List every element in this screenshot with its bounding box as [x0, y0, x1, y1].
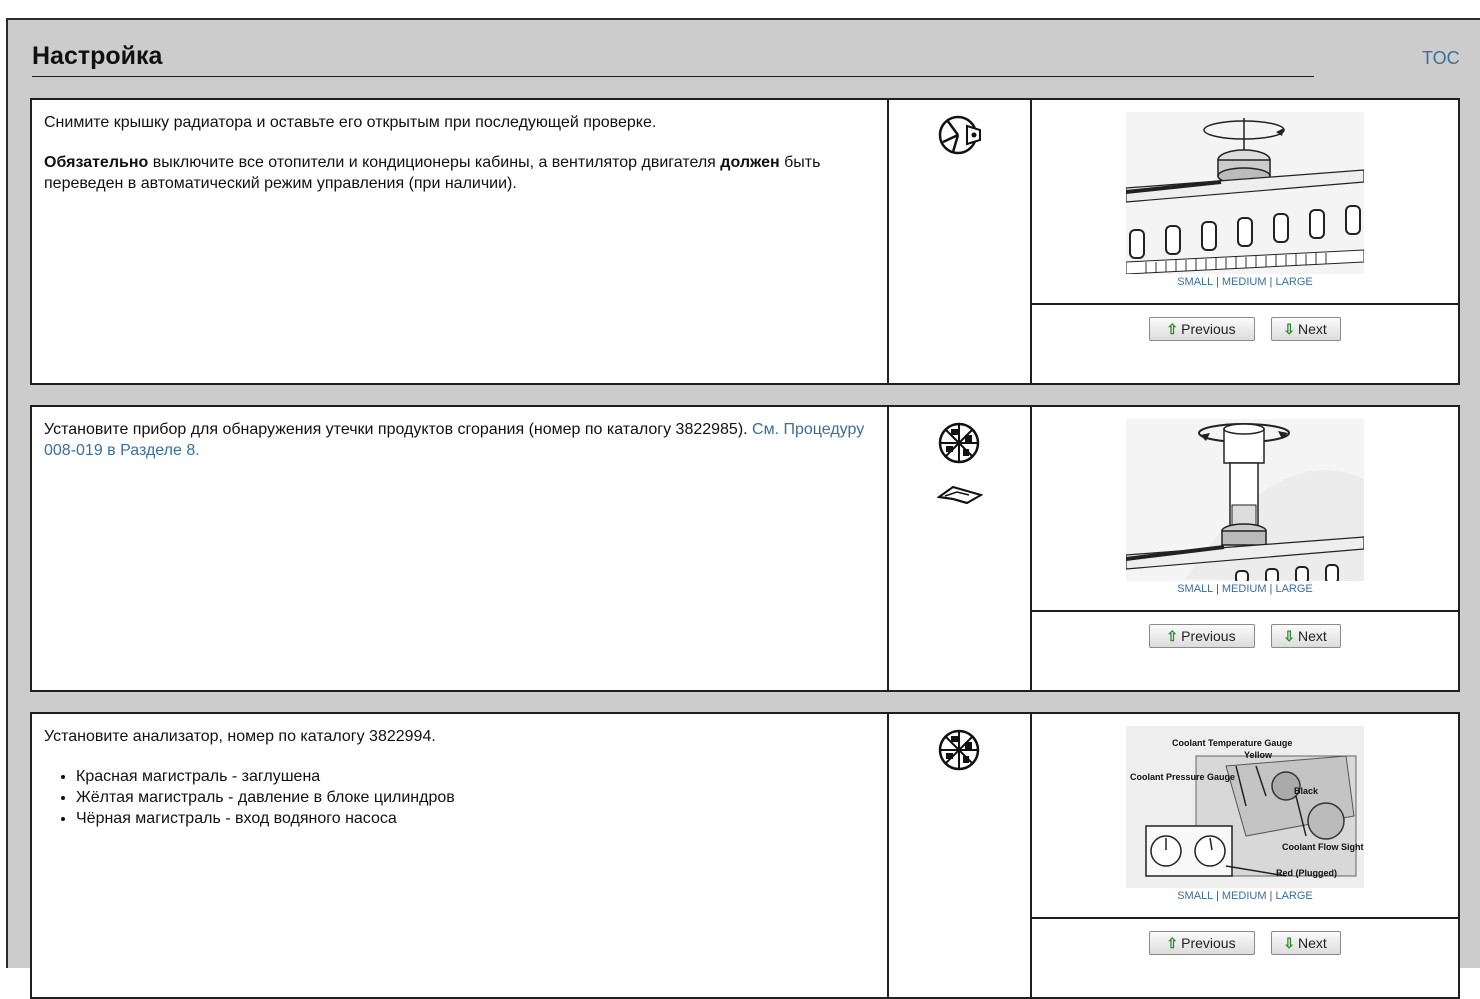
- toc-link[interactable]: TOC: [1422, 48, 1460, 69]
- procedure-step-2: Установите прибор для обнаружения утечки…: [30, 405, 1460, 692]
- procedure-step-1: Снимите крышку радиатора и оставьте его …: [30, 98, 1460, 385]
- size-small-link[interactable]: SMALL: [1177, 583, 1213, 595]
- instruction-text: Установите прибор для обнаружения утечки…: [44, 421, 753, 438]
- previous-button[interactable]: ⇧ Previous: [1149, 317, 1255, 341]
- arrow-down-icon: ⇩: [1283, 628, 1295, 644]
- measure-icon: [938, 729, 980, 771]
- arrow-up-icon: ⇧: [1166, 321, 1179, 337]
- step-instruction: Снимите крышку радиатора и оставьте его …: [44, 114, 657, 131]
- measure-icon: [938, 422, 980, 464]
- next-button[interactable]: ⇩ Next: [1271, 624, 1341, 648]
- size-separator: |: [1212, 583, 1222, 595]
- next-label: Next: [1297, 321, 1327, 337]
- figure-navigation: ⇧ Previous ⇩ Next: [1032, 612, 1458, 692]
- figure-area: Coolant Temperature Gauge Yellow Coolant…: [1032, 714, 1458, 919]
- size-large-link[interactable]: LARGE: [1275, 583, 1312, 595]
- size-separator: |: [1212, 276, 1222, 288]
- figure-area: SMALL | MEDIUM | LARGE: [1032, 100, 1458, 305]
- figure-navigation: ⇧ Previous ⇩ Next: [1032, 919, 1458, 999]
- image-size-links: SMALL | MEDIUM | LARGE: [1032, 583, 1458, 595]
- step-text: Установите анализатор, номер по каталогу…: [32, 714, 889, 997]
- coolant-pressure-label: Coolant Pressure Gauge: [1130, 772, 1235, 782]
- figure-panel: SMALL | MEDIUM | LARGE ⇧ Previous ⇩ Next: [1032, 100, 1458, 383]
- image-size-links: SMALL | MEDIUM | LARGE: [1032, 276, 1458, 288]
- figure-navigation: ⇧ Previous ⇩ Next: [1032, 305, 1458, 385]
- leak-detector-illustration[interactable]: [1126, 419, 1364, 581]
- wrench-open-icon: [938, 115, 981, 155]
- step-instruction: Установите анализатор, номер по каталогу…: [44, 728, 436, 745]
- arrow-down-icon: ⇩: [1283, 935, 1295, 951]
- step-icons: [889, 714, 1032, 997]
- image-size-links: SMALL | MEDIUM | LARGE: [1032, 890, 1458, 902]
- arrow-down-icon: ⇩: [1283, 321, 1295, 337]
- figure-area: SMALL | MEDIUM | LARGE: [1032, 407, 1458, 612]
- list-item: Чёрная магистраль - вход водяного насоса: [76, 808, 875, 829]
- size-medium-link[interactable]: MEDIUM: [1222, 890, 1267, 902]
- emphasis-text: должен: [720, 154, 780, 171]
- size-small-link[interactable]: SMALL: [1177, 276, 1213, 288]
- coolant-temperature-label: Coolant Temperature Gauge: [1172, 738, 1292, 748]
- yellow-label: Yellow: [1244, 750, 1273, 760]
- figure-panel: Coolant Temperature Gauge Yellow Coolant…: [1032, 714, 1458, 997]
- figure-panel: SMALL | MEDIUM | LARGE ⇧ Previous ⇩ Next: [1032, 407, 1458, 690]
- radiator-cap-illustration[interactable]: [1126, 112, 1364, 274]
- next-label: Next: [1297, 935, 1327, 951]
- previous-label: Previous: [1181, 628, 1236, 644]
- emphasis-text: Обязательно: [44, 154, 149, 171]
- step-text: Снимите крышку радиатора и оставьте его …: [32, 100, 889, 383]
- line-list: Красная магистраль - заглушена Жёлтая ма…: [44, 766, 875, 829]
- page-header: Настройка: [32, 42, 1314, 77]
- size-medium-link[interactable]: MEDIUM: [1222, 276, 1267, 288]
- step-text: Установите прибор для обнаружения утечки…: [32, 407, 889, 690]
- red-plugged-label: Red (Plugged): [1276, 868, 1337, 878]
- size-separator: |: [1212, 890, 1222, 902]
- size-large-link[interactable]: LARGE: [1275, 276, 1312, 288]
- analyzer-illustration[interactable]: Coolant Temperature Gauge Yellow Coolant…: [1126, 726, 1364, 888]
- next-label: Next: [1297, 628, 1327, 644]
- note-text: выключите все отопители и кондиционеры к…: [148, 154, 721, 171]
- step-note: Обязательно выключите все отопители и ко…: [44, 152, 875, 194]
- next-button[interactable]: ⇩ Next: [1271, 317, 1341, 341]
- step-instruction: Установите прибор для обнаружения утечки…: [44, 419, 875, 461]
- page-title: Настройка: [32, 42, 163, 70]
- black-label: Black: [1294, 786, 1319, 796]
- previous-button[interactable]: ⇧ Previous: [1149, 931, 1255, 955]
- coolant-flow-label: Coolant Flow Sight Glass: [1282, 842, 1364, 852]
- step-icons: [889, 407, 1032, 690]
- reference-icon: [937, 485, 983, 505]
- size-medium-link[interactable]: MEDIUM: [1222, 583, 1267, 595]
- next-button[interactable]: ⇩ Next: [1271, 931, 1341, 955]
- previous-button[interactable]: ⇧ Previous: [1149, 624, 1255, 648]
- arrow-up-icon: ⇧: [1166, 628, 1179, 644]
- list-item: Красная магистраль - заглушена: [76, 766, 875, 787]
- list-item: Жёлтая магистраль - давление в блоке цил…: [76, 787, 875, 808]
- content-frame: Настройка TOC Снимите крышку радиатора и…: [6, 18, 1480, 999]
- arrow-up-icon: ⇧: [1166, 935, 1179, 951]
- size-large-link[interactable]: LARGE: [1275, 890, 1312, 902]
- previous-label: Previous: [1181, 935, 1236, 951]
- previous-label: Previous: [1181, 321, 1236, 337]
- size-small-link[interactable]: SMALL: [1177, 890, 1213, 902]
- step-icons: [889, 100, 1032, 383]
